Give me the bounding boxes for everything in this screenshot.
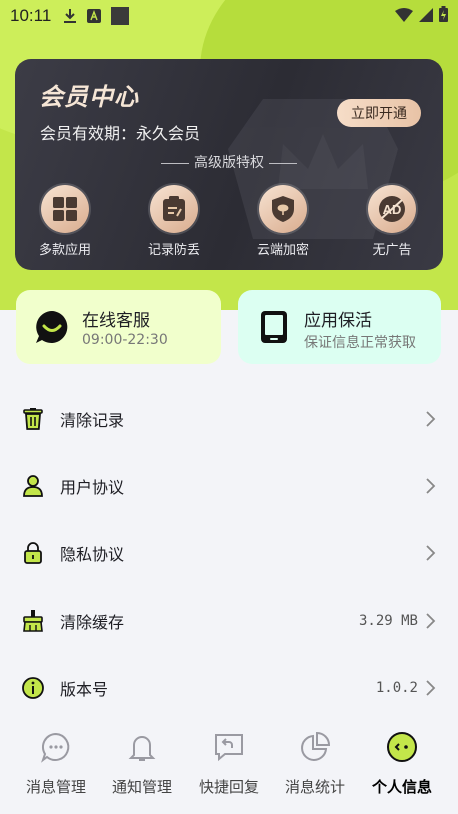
- status-time: 10:11: [10, 6, 52, 25]
- menu-label: 清除记录: [60, 410, 125, 430]
- user-icon: [23, 475, 43, 497]
- menu-label: 清除缓存: [60, 612, 125, 632]
- menu-label: 用户协议: [60, 477, 125, 497]
- keep-alive-title: 应用保活: [304, 311, 372, 331]
- menu-user-agreement[interactable]: 用户协议: [0, 452, 458, 519]
- privilege-apps: 多款应用: [20, 185, 110, 258]
- apps-grid-icon: [41, 185, 89, 233]
- privilege-no-ads: AD 无广告: [347, 185, 437, 258]
- menu-privacy-agreement[interactable]: 隐私协议: [0, 520, 458, 587]
- battery-icon: [439, 6, 448, 26]
- message-icon: [39, 730, 73, 764]
- bottom-tab-bar: 消息管理 通知管理 快捷回复 消息统计 个人信息: [0, 716, 458, 814]
- chat-bubble-icon: [36, 311, 68, 343]
- vip-card[interactable]: 会员中心 会员有效期：永久会员 立即开通 高级版特权 多款应用 记录防丢 云端加…: [15, 59, 443, 270]
- menu-version[interactable]: 版本号 1.0.2: [0, 654, 458, 721]
- clipboard-edit-icon: [150, 185, 198, 233]
- tab-label: 消息统计: [284, 778, 345, 796]
- privilege-label: 无广告: [372, 243, 412, 258]
- reply-icon: [212, 730, 246, 764]
- tab-label: 个人信息: [371, 778, 432, 796]
- chevron-right-icon: [426, 411, 436, 427]
- privilege-heading: 高级版特权: [15, 152, 443, 172]
- pie-chart-icon: [298, 730, 332, 764]
- tab-message-statistics[interactable]: 消息统计: [270, 730, 360, 797]
- chevron-right-icon: [426, 612, 436, 629]
- app-keep-alive-card[interactable]: 应用保活 保证信息正常获取: [238, 290, 441, 364]
- menu-clear-records[interactable]: 清除记录: [0, 385, 458, 452]
- lock-icon: [24, 542, 42, 565]
- app-notification-icon: [87, 9, 102, 23]
- menu-label: 版本号: [60, 679, 109, 699]
- privilege-label: 多款应用: [38, 243, 91, 258]
- trash-icon: [23, 407, 43, 430]
- settings-menu: 清除记录 用户协议 隐私协议 清除缓存 3.29 MB 版本号 1.0.2: [0, 385, 458, 721]
- chevron-right-icon: [426, 680, 436, 696]
- signal-icon: [419, 7, 433, 26]
- tab-quick-reply[interactable]: 快捷回复: [184, 730, 274, 797]
- service-title: 在线客服: [82, 311, 150, 331]
- tab-notification-management[interactable]: 通知管理: [97, 730, 187, 797]
- vip-validity: 会员有效期：永久会员: [40, 124, 201, 143]
- bell-icon: [125, 730, 159, 764]
- privilege-label: 云端加密: [256, 243, 309, 258]
- tab-label: 消息管理: [25, 778, 86, 796]
- privilege-heading-text: 高级版特权: [194, 155, 264, 171]
- square-notification-icon: [111, 7, 130, 25]
- service-hours: 09:00-22:30: [82, 332, 168, 348]
- tab-label: 通知管理: [111, 778, 172, 796]
- privilege-cloud: 云端加密: [238, 185, 328, 258]
- tablet-icon: [261, 311, 287, 343]
- keep-alive-subtitle: 保证信息正常获取: [304, 335, 416, 351]
- profile-face-icon: [385, 730, 419, 764]
- version-value: 1.0.2: [375, 679, 418, 696]
- menu-label: 隐私协议: [60, 545, 125, 565]
- privilege-label: 记录防丢: [147, 243, 200, 258]
- download-icon: [63, 8, 77, 24]
- chevron-right-icon: [426, 478, 436, 494]
- no-ad-icon: AD: [368, 185, 416, 233]
- menu-clear-cache[interactable]: 清除缓存 3.29 MB: [0, 587, 458, 654]
- privilege-list: 多款应用 记录防丢 云端加密 AD 无广告: [15, 185, 443, 265]
- wifi-icon: [395, 7, 413, 26]
- info-icon: [22, 676, 44, 699]
- cache-size-value: 3.29 MB: [358, 612, 418, 629]
- chevron-right-icon: [426, 545, 436, 561]
- tab-personal-info[interactable]: 个人信息: [357, 730, 447, 797]
- tab-label: 快捷回复: [198, 778, 259, 796]
- online-service-card[interactable]: 在线客服 09:00-22:30: [16, 290, 221, 364]
- status-bar: 10:11: [0, 0, 458, 32]
- cloud-shield-icon: [259, 185, 307, 233]
- broom-icon: [23, 609, 43, 632]
- open-vip-button[interactable]: 立即开通: [337, 99, 421, 127]
- privilege-records: 记录防丢: [129, 185, 219, 258]
- vip-title: 会员中心: [39, 83, 139, 111]
- tab-message-management[interactable]: 消息管理: [11, 730, 101, 797]
